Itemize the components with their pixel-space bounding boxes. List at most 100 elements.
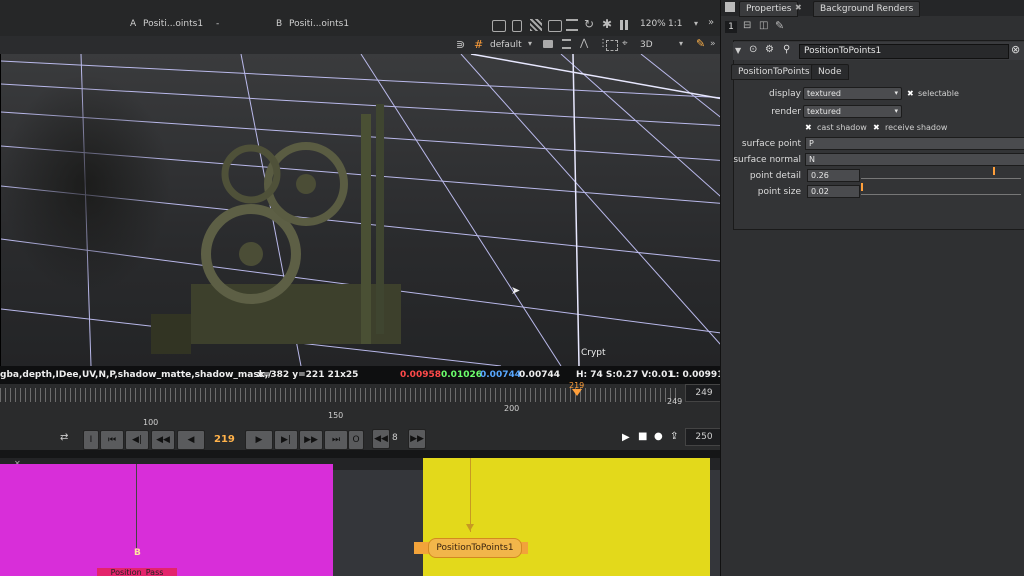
checker-icon[interactable]: [530, 19, 542, 31]
step-back-button[interactable]: ◀◀: [151, 430, 175, 450]
expand-icon-2[interactable]: »: [710, 39, 716, 49]
in-point-button[interactable]: I: [83, 430, 99, 450]
first-frame-button[interactable]: ⏮: [100, 430, 124, 450]
list-icon[interactable]: [566, 19, 578, 31]
wipe-icon[interactable]: ⋀: [580, 38, 588, 49]
pin-icon[interactable]: ◫: [759, 20, 768, 31]
backdrop-magenta[interactable]: [0, 464, 333, 576]
step-back-8-button[interactable]: ◀◀: [372, 429, 390, 449]
ratio-select[interactable]: 1:1: [668, 19, 682, 29]
playback-mode-icon[interactable]: ⇄: [60, 432, 68, 443]
cast-shadow-label: cast shadow: [817, 123, 867, 132]
step-forward-8-button[interactable]: ▶▶: [408, 429, 426, 449]
lut-chevron-icon[interactable]: ▾: [528, 39, 532, 48]
view-chevron-icon[interactable]: ▾: [679, 39, 683, 48]
region-icon[interactable]: [606, 40, 618, 51]
overlay-icon[interactable]: [548, 20, 562, 32]
surface-normal-field[interactable]: N: [805, 153, 1024, 166]
play-backward-button[interactable]: ◀: [177, 430, 205, 450]
close-node-icon[interactable]: ⊗: [1011, 43, 1020, 56]
node-color-icon[interactable]: ⊙: [749, 44, 757, 55]
tick-label-150: 150: [328, 411, 344, 420]
subtab-node[interactable]: Node: [811, 64, 849, 80]
point-detail-label: point detail: [749, 171, 801, 181]
tab-background-renders[interactable]: Background Renders: [813, 1, 921, 17]
cast-shadow-checkbox[interactable]: ✖: [805, 123, 812, 132]
surface-point-label: surface point: [741, 139, 801, 149]
export-icon[interactable]: ⇪: [670, 431, 678, 442]
render-label: render: [771, 107, 801, 117]
lut-select[interactable]: default: [490, 40, 522, 50]
frame-icon[interactable]: [512, 20, 522, 32]
properties-close-icon[interactable]: ✖: [795, 3, 802, 12]
stop-icon[interactable]: ■: [638, 431, 647, 442]
max-panels-field[interactable]: 1: [725, 21, 737, 33]
playhead-marker[interactable]: [572, 389, 582, 396]
input-b-select[interactable]: Positi...oints1: [289, 19, 349, 29]
play-forward-button[interactable]: ▶: [245, 430, 273, 450]
out-point-button[interactable]: O: [348, 430, 364, 450]
subtab-position-to-points[interactable]: PositionToPoints: [731, 64, 817, 80]
position-to-points-node[interactable]: PositionToPoints1: [428, 538, 522, 558]
panel-menu-icon[interactable]: [725, 2, 735, 12]
pause-icon[interactable]: [620, 20, 628, 30]
gain-slider[interactable]: [86, 36, 466, 54]
roi-icon[interactable]: [492, 20, 506, 32]
node-tools-icon[interactable]: ⚙: [765, 44, 774, 55]
view-mode-select[interactable]: 3D: [640, 40, 653, 50]
timeline[interactable]: 219 100 150 200 249 249 ≫: [0, 381, 740, 428]
point-detail-slider[interactable]: [861, 170, 1021, 179]
lut-icon[interactable]: ⋑: [456, 38, 465, 51]
point-size-field[interactable]: 0.02: [807, 185, 860, 198]
node-name-field[interactable]: PositionToPoints1: [799, 44, 1009, 59]
alpha-value: 0.00744: [519, 370, 560, 380]
play-icon[interactable]: ▶: [622, 432, 630, 443]
hsv-text: H: 74 S:0.27 V:0.01: [576, 370, 674, 380]
pencil-icon[interactable]: ✎: [775, 19, 784, 32]
receive-shadow-checkbox[interactable]: ✖: [873, 123, 880, 132]
gear-icon[interactable]: ✱: [602, 17, 612, 31]
display-dropdown[interactable]: textured ▾: [803, 87, 902, 100]
axis-icon[interactable]: ⌖: [622, 38, 628, 49]
collapse-icon[interactable]: ▼: [735, 46, 741, 55]
backdrop-yellow[interactable]: [423, 458, 710, 576]
layers-icon[interactable]: [562, 39, 571, 49]
point-size-slider[interactable]: [861, 186, 1021, 195]
point-detail-handle[interactable]: [993, 167, 995, 175]
refresh-icon[interactable]: ↻: [584, 17, 594, 31]
out-frame-field[interactable]: 250: [685, 428, 723, 446]
tab-properties[interactable]: Properties: [739, 1, 799, 17]
step-size[interactable]: 8: [392, 433, 398, 443]
node-graph[interactable]: ✕ B Position_Pass PositionToPoints1: [0, 458, 735, 576]
point-detail-field[interactable]: 0.26: [807, 169, 860, 182]
zoom-level[interactable]: 120%: [640, 19, 666, 29]
loop-icon[interactable]: ●: [654, 431, 663, 442]
step-forward-button[interactable]: ▶|: [274, 430, 298, 450]
current-frame[interactable]: 219: [214, 434, 235, 445]
end-marker-label: 249: [667, 397, 683, 406]
next-key-button[interactable]: ▶▶: [299, 430, 323, 450]
lock-icon[interactable]: ⊟: [743, 20, 751, 31]
receive-shadow-label: receive shadow: [885, 123, 948, 132]
position-pass-node[interactable]: Position_Pass: [97, 568, 177, 576]
last-frame-button[interactable]: ⏭: [324, 430, 348, 450]
viewer-canvas[interactable]: ➤ Crypt: [0, 54, 729, 366]
out-point-label: O: [352, 435, 360, 445]
prev-key-button[interactable]: ◀|: [125, 430, 149, 450]
input-a-select[interactable]: Positi...oints1: [143, 19, 203, 29]
selectable-checkbox[interactable]: ✖: [907, 89, 914, 98]
grid-icon[interactable]: #: [474, 38, 483, 51]
paint-icon[interactable]: ✎: [696, 37, 705, 50]
node-python-icon[interactable]: ⚲: [783, 44, 790, 55]
render-dropdown[interactable]: textured ▾: [803, 105, 902, 118]
viewer-controls: ⋑ # default ▾ ⋀ ⋮ ⌖ 3D ▾ ✎ »: [0, 36, 728, 55]
chevron-down-icon[interactable]: ▾: [694, 19, 698, 28]
surface-point-field[interactable]: P: [805, 137, 1024, 150]
point-size-handle[interactable]: [861, 183, 863, 191]
end-frame-field[interactable]: 249: [685, 384, 723, 402]
input-b-letter-node: B: [134, 548, 141, 558]
luma-text: L: 0.00991: [670, 370, 724, 380]
channels-text: gba,depth,IDee,UV,N,P,shadow_matte,shado…: [0, 370, 272, 380]
camera-icon[interactable]: [543, 40, 553, 48]
expand-icon[interactable]: »: [708, 17, 714, 28]
